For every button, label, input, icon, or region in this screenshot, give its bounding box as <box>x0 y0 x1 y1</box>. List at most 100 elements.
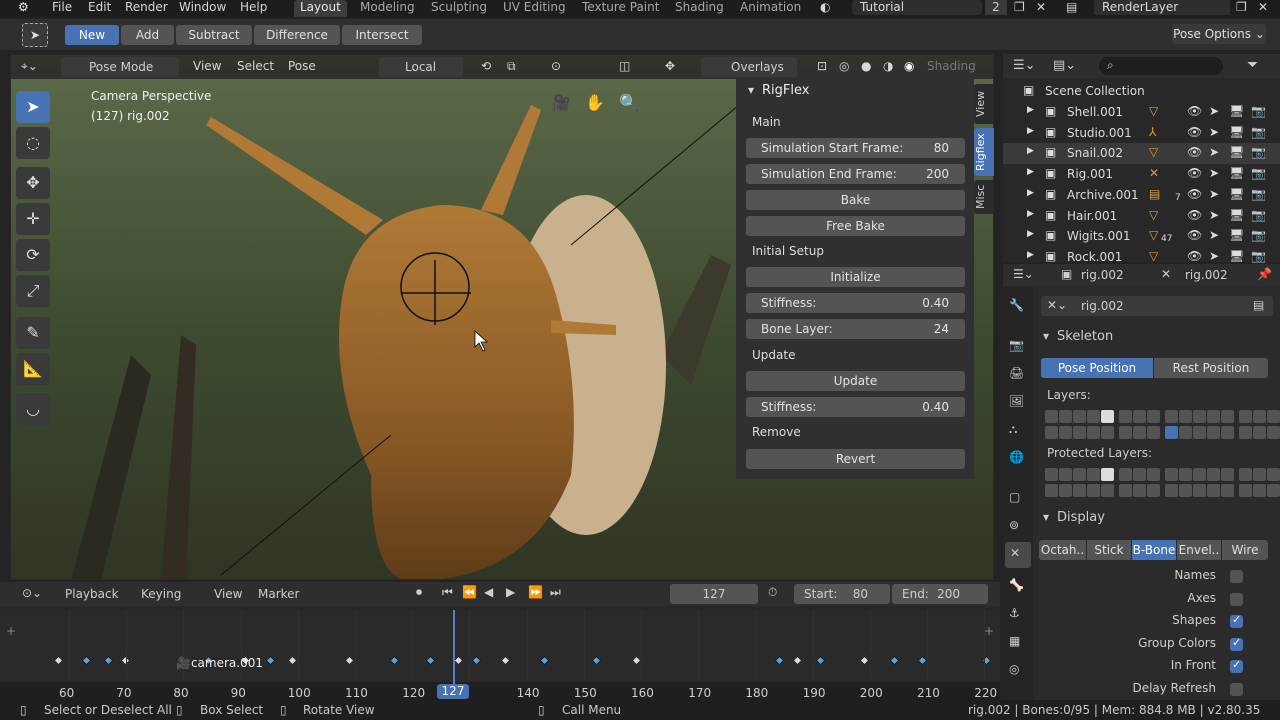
layer-toggle[interactable] <box>1239 410 1252 423</box>
display-option-checkbox[interactable] <box>1230 636 1243 651</box>
monitor-icon[interactable]: 🖥 <box>1229 187 1244 201</box>
select-arrow-icon[interactable]: ➤ <box>1209 104 1219 118</box>
measure-tool-icon[interactable]: 📐 <box>16 353 50 385</box>
layer-toggle[interactable] <box>1059 468 1072 481</box>
stopwatch-icon[interactable]: ⏱ <box>768 585 777 600</box>
layer-toggle[interactable] <box>1179 426 1192 439</box>
material-shading-icon[interactable]: ◑ <box>883 59 893 73</box>
eye-icon[interactable]: 👁 <box>1187 228 1202 242</box>
camera-view-icon[interactable]: 🎥 <box>551 93 571 112</box>
protected-layers-grid[interactable] <box>1039 466 1280 498</box>
layer-toggle[interactable] <box>1147 484 1160 497</box>
eye-icon[interactable]: 👁 <box>1187 104 1202 118</box>
record-icon[interactable]: ⏺ <box>416 585 422 600</box>
bone-tab-icon[interactable]: 🦴 <box>1009 578 1024 592</box>
layer-toggle[interactable] <box>1073 484 1086 497</box>
render-camera-icon[interactable]: 📷 <box>1251 145 1266 159</box>
play-icon[interactable]: ▶ <box>506 585 515 599</box>
outliner-search-input[interactable]: ⌕ <box>1099 57 1223 75</box>
view-layer-tab-icon[interactable]: 🖼 <box>1009 394 1024 408</box>
layer-toggle[interactable] <box>1133 426 1146 439</box>
layer-toggle[interactable] <box>1119 426 1132 439</box>
layer-toggle[interactable] <box>1165 468 1178 481</box>
display-option-checkbox[interactable] <box>1230 592 1243 606</box>
display-collapse-icon[interactable]: ▾ <box>1043 510 1049 524</box>
display-option-checkbox[interactable] <box>1230 683 1243 696</box>
render-camera-icon[interactable]: 📷 <box>1251 187 1266 201</box>
mode-new-button[interactable]: New <box>65 25 119 45</box>
display-envelope-button[interactable]: Envel.. <box>1177 540 1221 560</box>
tab-shading[interactable]: Shading <box>669 0 730 17</box>
texture-tab-icon[interactable]: ▦ <box>1009 634 1020 648</box>
jump-keyframe-forward-icon[interactable]: ⏩ <box>528 585 543 599</box>
render-camera-icon[interactable]: 📷 <box>1251 104 1266 118</box>
rest-position-button[interactable]: Rest Position <box>1154 358 1268 378</box>
keyframe-diamond[interactable] <box>500 655 511 666</box>
bone-layer-field[interactable]: Bone Layer: 24 <box>746 319 965 339</box>
keyframe-diamond[interactable] <box>287 655 298 666</box>
tab-animation[interactable]: Animation <box>734 0 807 17</box>
panel-collapse-icon[interactable]: ▾ <box>748 83 754 97</box>
visibility-icon[interactable]: ◫ <box>619 59 630 73</box>
layer-toggle[interactable] <box>1179 410 1192 423</box>
outliner-row[interactable]: ▶ ▣ Snail.002 ▽ 👁 ➤ 🖥 📷 <box>1003 143 1280 165</box>
skeleton-collapse-icon[interactable]: ▾ <box>1043 329 1049 343</box>
layer-toggle[interactable] <box>1193 468 1206 481</box>
keyframe-diamond[interactable] <box>792 655 803 666</box>
expand-arrow-icon[interactable]: ▶ <box>1027 126 1034 136</box>
layer-toggle[interactable] <box>1253 484 1266 497</box>
mode-intersect-button[interactable]: Intersect <box>342 25 422 45</box>
monitor-icon[interactable]: 🖥 <box>1229 104 1244 118</box>
outliner-editor-icon[interactable]: ☰⌄ <box>1013 58 1036 73</box>
display-octahedral-button[interactable]: Octah.. <box>1039 540 1086 560</box>
pin-icon[interactable]: 📌 <box>1257 267 1272 281</box>
output-tab-icon[interactable]: 🖨 <box>1009 366 1024 380</box>
layer-toggle[interactable] <box>1133 484 1146 497</box>
layer-toggle[interactable] <box>1239 484 1252 497</box>
camera-marker[interactable]: 🎥camera.001 <box>176 656 263 670</box>
view-layer-icon[interactable]: ▤ <box>1066 0 1077 17</box>
monitor-icon[interactable]: 🖥 <box>1229 166 1244 180</box>
playhead-frame[interactable]: 127 <box>437 684 469 699</box>
layer-toggle[interactable] <box>1147 468 1160 481</box>
zoom-icon[interactable]: 🔍 <box>619 93 639 112</box>
pose-breakdown-icon[interactable]: ◡ <box>16 393 50 425</box>
layer-toggle[interactable] <box>1239 426 1252 439</box>
layer-toggle[interactable] <box>1147 426 1160 439</box>
layer-toggle[interactable] <box>1133 410 1146 423</box>
layer-toggle[interactable] <box>1179 468 1192 481</box>
render-camera-icon[interactable]: 📷 <box>1251 166 1266 180</box>
menu-render[interactable]: Render <box>125 0 168 17</box>
tab-sculpting[interactable]: Sculpting <box>425 0 493 17</box>
timeline-editor-icon[interactable]: ⊙⌄ <box>22 586 42 600</box>
translate-tool-icon[interactable]: ✛ <box>16 203 50 235</box>
select-arrow-icon[interactable]: ➤ <box>1209 187 1219 201</box>
pose-options-dropdown[interactable]: Pose Options ⌄ <box>1172 24 1266 44</box>
stiffness-field[interactable]: Stiffness: 0.40 <box>746 293 965 313</box>
armature-data-tab-icon[interactable]: ✕ <box>1005 542 1031 568</box>
expand-arrow-icon[interactable]: ▶ <box>1027 250 1034 260</box>
select-box-icon[interactable]: ➤ <box>16 91 50 123</box>
scale-tool-icon[interactable]: ⤢ <box>16 275 50 307</box>
layer-toggle[interactable] <box>1101 410 1114 423</box>
menu-view[interactable]: View <box>193 59 221 73</box>
scroll-left-icon[interactable]: + <box>6 624 16 638</box>
layer-toggle[interactable] <box>1045 484 1058 497</box>
layer-toggle[interactable] <box>1045 468 1058 481</box>
object-tab-icon[interactable]: ▢ <box>1009 490 1020 504</box>
monitor-icon[interactable]: 🖥 <box>1229 145 1244 159</box>
layer-toggle[interactable] <box>1045 410 1058 423</box>
menu-keying[interactable]: Keying <box>141 587 181 601</box>
tab-misc[interactable]: Misc <box>974 180 994 214</box>
layer-toggle[interactable] <box>1119 468 1132 481</box>
layer-toggle[interactable] <box>1087 426 1100 439</box>
keyframe-diamond[interactable] <box>859 655 870 666</box>
menu-select[interactable]: Select <box>237 59 274 73</box>
display-bbone-button[interactable]: B-Bone <box>1132 540 1176 560</box>
outliner-row[interactable]: ▶ ▣ Shell.001 ▽ 👁 ➤ 🖥 📷 <box>1003 102 1280 123</box>
layer-toggle[interactable] <box>1133 468 1146 481</box>
display-wire-button[interactable]: Wire <box>1222 540 1268 560</box>
layer-toggle[interactable] <box>1193 484 1206 497</box>
playhead[interactable] <box>453 610 455 686</box>
shading-label[interactable]: Shading <box>927 59 976 73</box>
